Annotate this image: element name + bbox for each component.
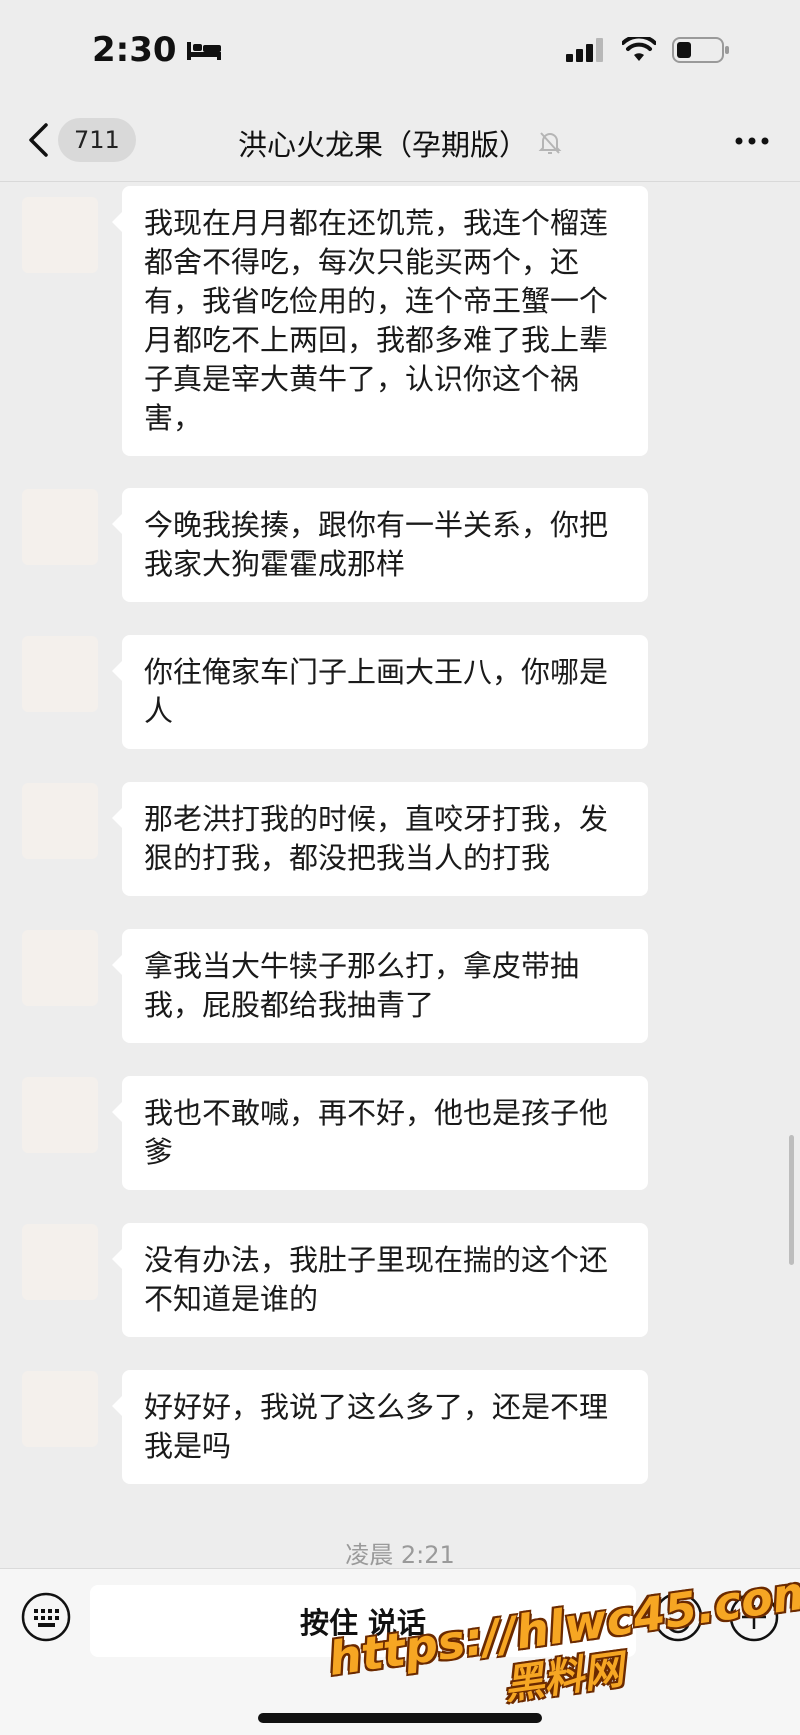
message-bubble[interactable]: 我也不敢喊，再不好，他也是孩子他爹 xyxy=(112,1076,648,1190)
chat-title: 洪心火龙果（孕期版） xyxy=(237,128,528,162)
avatar[interactable] xyxy=(22,1371,98,1447)
scrollbar[interactable] xyxy=(789,1135,794,1265)
avatar[interactable] xyxy=(22,636,98,712)
chat-message-list[interactable]: 我现在月月都在还饥荒，我连个榴莲都舍不得吃，每次只能买两个，还有，我省吃俭用的，… xyxy=(0,183,800,1568)
message-bubble[interactable]: 我现在月月都在还饥荒，我连个榴莲都舍不得吃，每次只能买两个，还有，我省吃俭用的，… xyxy=(112,186,648,456)
bell-muted-icon xyxy=(538,132,562,154)
bed-icon xyxy=(186,42,221,60)
signal-icon xyxy=(566,38,603,62)
avatar[interactable] xyxy=(22,489,98,565)
avatar[interactable] xyxy=(22,197,98,273)
status-time: 2:30 xyxy=(92,30,177,70)
battery-icon xyxy=(672,37,729,63)
home-indicator[interactable] xyxy=(258,1713,542,1723)
more-icon xyxy=(735,137,769,145)
message-bubble[interactable]: 你往俺家车门子上画大王八，你哪是人 xyxy=(112,635,648,749)
avatar[interactable] xyxy=(22,1224,98,1300)
message-bubble[interactable]: 没有办法，我肚子里现在揣的这个还不知道是谁的 xyxy=(112,1223,648,1337)
status-bar: 2:30 xyxy=(0,0,800,100)
message-timestamp: 凌晨 2:21 xyxy=(345,1541,455,1569)
status-time-group: 2:30 xyxy=(92,30,221,70)
more-button[interactable] xyxy=(734,126,770,160)
keyboard-toggle-button[interactable] xyxy=(20,1591,72,1647)
avatar[interactable] xyxy=(22,930,98,1006)
message-bubble[interactable]: 今晚我挨揍，跟你有一半关系，你把我家大狗霍霍成那样 xyxy=(112,488,648,602)
keyboard-icon xyxy=(21,1592,71,1642)
wifi-icon xyxy=(622,37,656,61)
status-indicators xyxy=(566,36,730,64)
message-bubble[interactable]: 拿我当大牛犊子那么打，拿皮带抽我，屁股都给我抽青了 xyxy=(112,929,648,1043)
avatar[interactable] xyxy=(22,783,98,859)
message-bubble[interactable]: 那老洪打我的时候，直咬牙打我，发狠的打我，都没把我当人的打我 xyxy=(112,782,648,896)
chat-title-group: 洪心火龙果（孕期版） xyxy=(0,122,800,164)
avatar[interactable] xyxy=(22,1077,98,1153)
message-bubble[interactable]: 好好好，我说了这么多了，还是不理我是吗 xyxy=(112,1370,648,1484)
chat-header: 711 洪心火龙果（孕期版） xyxy=(0,100,800,182)
